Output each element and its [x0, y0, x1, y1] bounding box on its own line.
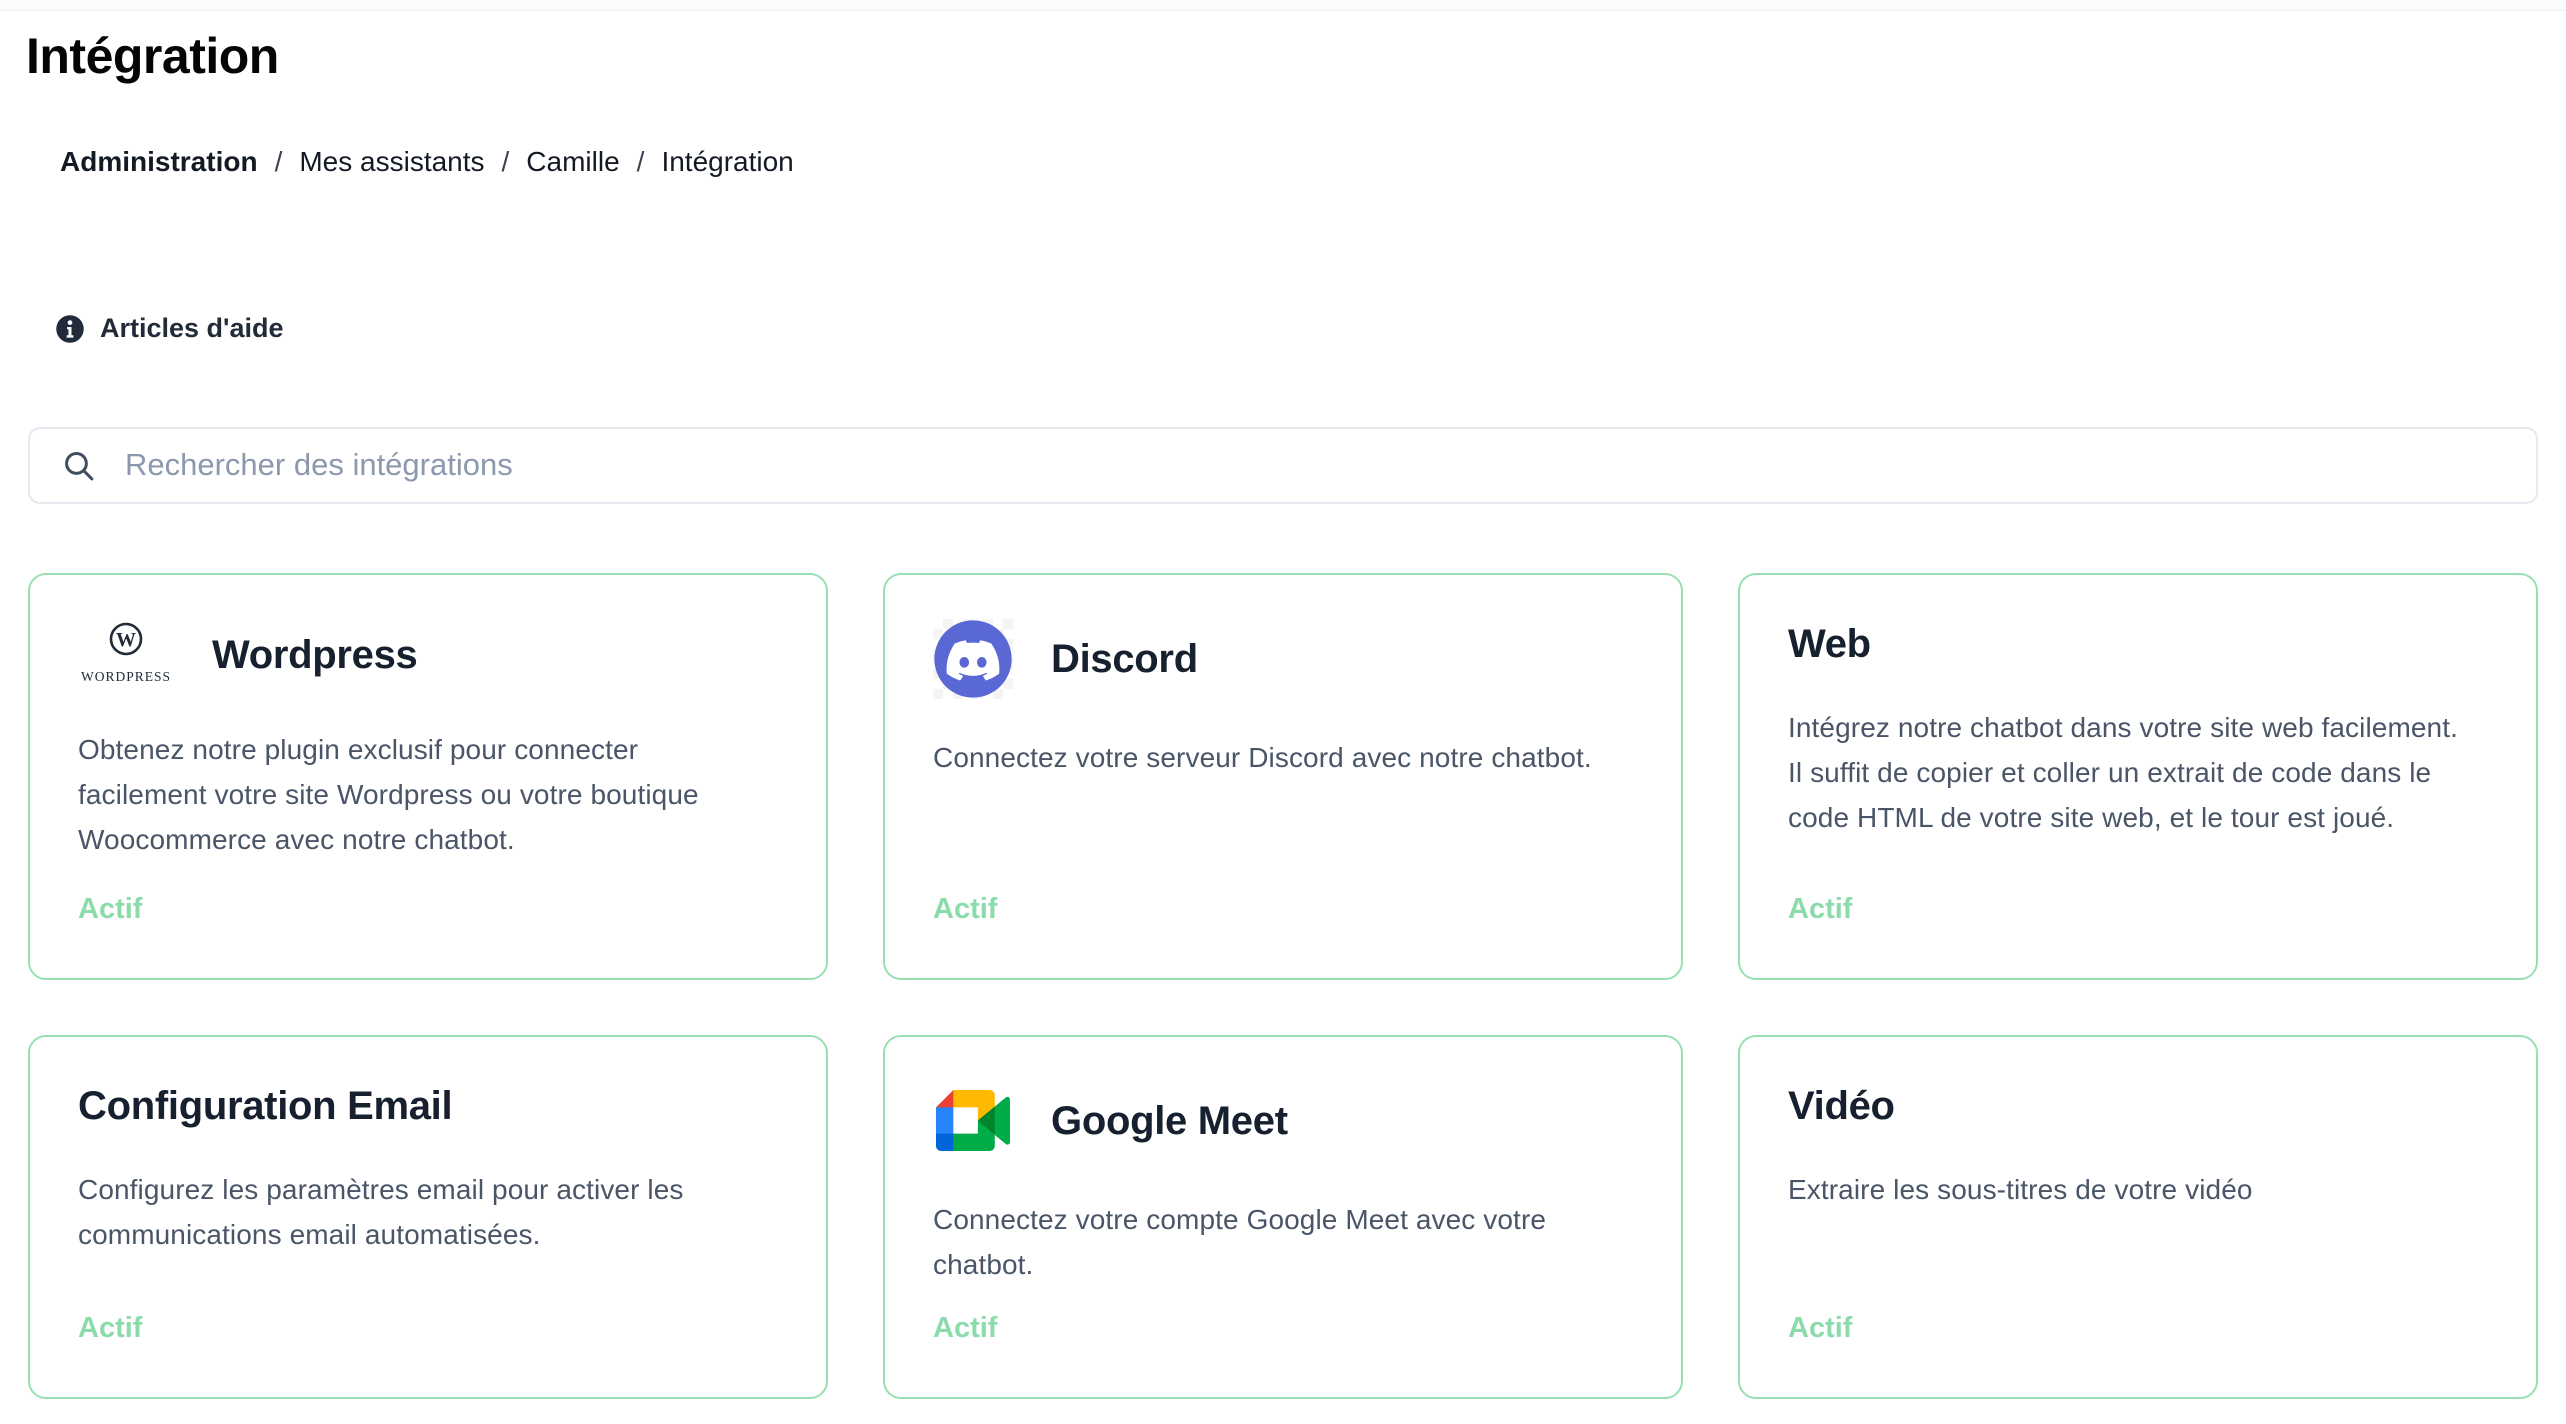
help-articles-label: Articles d'aide	[100, 313, 284, 344]
status-badge: Actif	[933, 893, 1639, 926]
help-articles-link[interactable]: Articles d'aide	[55, 313, 284, 344]
card-description: Intégrez notre chatbot dans votre site w…	[1788, 705, 2494, 840]
integration-card-discord[interactable]: Discord Connectez votre serveur Discord …	[883, 573, 1683, 980]
card-description: Extraire les sous-titres de votre vidéo	[1788, 1167, 2494, 1212]
card-description: Obtenez notre plugin exclusif pour conne…	[78, 727, 784, 862]
card-title: Wordpress	[212, 630, 418, 680]
breadcrumb: Administration / Mes assistants / Camill…	[60, 145, 2566, 179]
info-icon	[55, 314, 85, 344]
card-description: Connectez votre serveur Discord avec not…	[933, 735, 1639, 780]
card-title: Configuration Email	[78, 1081, 452, 1131]
card-description: Connectez votre compte Google Meet avec …	[933, 1197, 1639, 1287]
card-header: Discord	[933, 619, 1639, 699]
page-title: Intégration	[26, 25, 2566, 87]
card-title: Vidéo	[1788, 1081, 1895, 1131]
breadcrumb-item-integration: Intégration	[661, 145, 793, 179]
card-title: Google Meet	[1051, 1096, 1288, 1146]
card-header: Configuration Email	[78, 1081, 784, 1131]
status-badge: Actif	[78, 1312, 784, 1345]
card-header: Vidéo	[1788, 1081, 2494, 1131]
search-input[interactable]	[28, 427, 2538, 504]
search-bar	[28, 427, 2538, 504]
status-badge: Actif	[933, 1312, 1639, 1345]
top-divider	[0, 0, 2566, 11]
integration-card-wordpress[interactable]: W WORDPRESS Wordpress Obtenez notre plug…	[28, 573, 828, 980]
breadcrumb-item-administration[interactable]: Administration	[60, 145, 258, 179]
svg-text:WORDPRESS: WORDPRESS	[81, 669, 171, 684]
svg-text:W: W	[116, 629, 136, 651]
breadcrumb-separator: /	[275, 145, 283, 179]
card-header: Google Meet	[933, 1081, 1639, 1161]
status-badge: Actif	[1788, 893, 2494, 926]
status-badge: Actif	[1788, 1312, 2494, 1345]
card-title: Discord	[1051, 634, 1198, 684]
integrations-grid: W WORDPRESS Wordpress Obtenez notre plug…	[28, 573, 2566, 1399]
search-icon	[61, 448, 97, 489]
breadcrumb-separator: /	[637, 145, 645, 179]
breadcrumb-item-camille[interactable]: Camille	[526, 145, 619, 179]
card-header: Web	[1788, 619, 2494, 669]
integration-card-web[interactable]: Web Intégrez notre chatbot dans votre si…	[1738, 573, 2538, 980]
discord-logo-icon	[933, 619, 1013, 699]
breadcrumb-separator: /	[502, 145, 510, 179]
card-header: W WORDPRESS Wordpress	[78, 619, 784, 691]
wordpress-logo-icon: W WORDPRESS	[78, 619, 174, 691]
integration-card-google-meet[interactable]: Google Meet Connectez votre compte Googl…	[883, 1035, 1683, 1399]
breadcrumb-item-mes-assistants[interactable]: Mes assistants	[299, 145, 484, 179]
status-badge: Actif	[78, 893, 784, 926]
card-title: Web	[1788, 619, 1871, 669]
google-meet-logo-icon	[933, 1081, 1013, 1161]
integration-card-video[interactable]: Vidéo Extraire les sous-titres de votre …	[1738, 1035, 2538, 1399]
card-description: Configurez les paramètres email pour act…	[78, 1167, 784, 1257]
integration-card-configuration-email[interactable]: Configuration Email Configurez les param…	[28, 1035, 828, 1399]
